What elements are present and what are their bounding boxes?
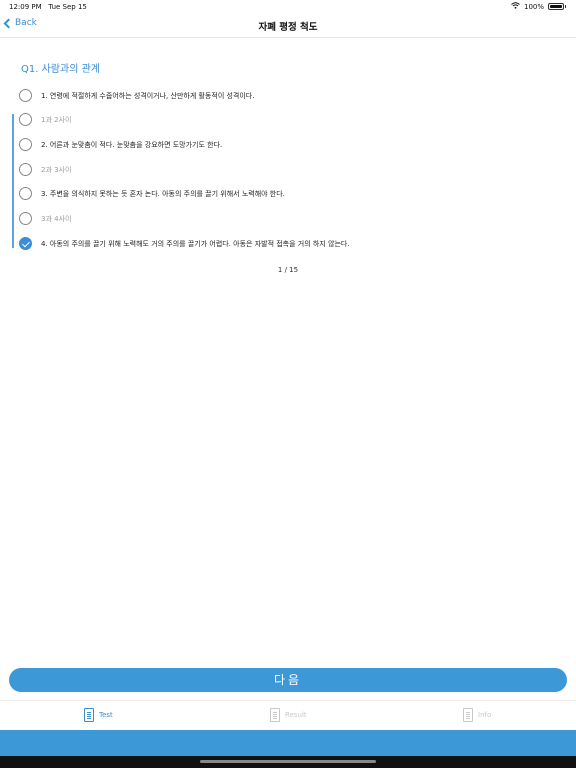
navigation-bar: Back 자폐 평정 척도 — [0, 14, 576, 38]
tab-result[interactable]: Result — [270, 708, 307, 722]
answer-progress-fill — [12, 114, 14, 248]
option-1[interactable]: 1. 연령에 적절하게 수줍어하는 성격이거나, 산만하게 활동적이 성격이다. — [19, 89, 254, 102]
tab-bar: Test Result Info — [0, 700, 576, 730]
answer-progress-track — [12, 114, 14, 248]
option-4[interactable]: 4. 아동의 주의를 끌기 위해 노력해도 거의 주의를 끌기가 어렵다. 아동… — [19, 237, 350, 250]
radio-unchecked-icon[interactable] — [19, 212, 32, 225]
home-indicator-area — [0, 756, 576, 768]
option-label: 1과 2사이 — [41, 115, 72, 124]
option-2-3[interactable]: 2과 3사이 — [19, 163, 71, 176]
page-title: 자폐 평정 척도 — [258, 22, 318, 33]
next-button[interactable]: 다음 — [9, 668, 567, 692]
tab-label: Info — [478, 711, 492, 719]
option-3[interactable]: 3. 주변을 의식하지 못하는 듯 혼자 논다. 아동의 주의를 끌기 위해서 … — [19, 187, 285, 200]
option-2[interactable]: 2. 어른과 눈맞춤이 적다. 눈맞춤을 강요하면 도망가기도 한다. — [19, 138, 222, 151]
option-label: 2과 3사이 — [41, 165, 72, 174]
radio-unchecked-icon[interactable] — [19, 138, 32, 151]
battery-icon — [548, 3, 564, 10]
option-label: 1. 연령에 적절하게 수줍어하는 성격이거나, 산만하게 활동적이 성격이다. — [41, 91, 255, 100]
radio-unchecked-icon[interactable] — [19, 163, 32, 176]
home-indicator[interactable] — [200, 760, 376, 763]
battery-tip — [565, 5, 566, 8]
tab-label: Test — [99, 711, 113, 719]
tab-info[interactable]: Info — [463, 708, 491, 722]
option-label: 3. 주변을 의식하지 못하는 듯 혼자 논다. 아동의 주의를 끌기 위해서 … — [41, 189, 285, 198]
radio-unchecked-icon[interactable] — [19, 187, 32, 200]
option-1-2[interactable]: 1과 2사이 — [19, 113, 71, 126]
radio-checked-icon[interactable] — [19, 237, 32, 250]
status-indicators: 100% — [511, 2, 566, 11]
wifi-icon — [511, 2, 520, 11]
option-label: 3과 4사이 — [41, 214, 72, 223]
tab-label: Result — [285, 711, 307, 719]
tab-test[interactable]: Test — [84, 708, 113, 722]
document-icon — [463, 708, 473, 722]
bottom-banner — [0, 730, 576, 756]
status-time: 12:09 PM Tue Sep 15 — [9, 3, 87, 11]
option-label: 4. 아동의 주의를 끌기 위해 노력해도 거의 주의를 끌기가 어렵다. 아동… — [41, 239, 350, 248]
radio-unchecked-icon[interactable] — [19, 89, 32, 102]
status-bar: 12:09 PM Tue Sep 15 100% — [0, 0, 576, 14]
question-title: Q1. 사람과의 관계 — [21, 64, 100, 75]
document-icon — [84, 708, 94, 722]
page-indicator: 1 / 15 — [277, 266, 299, 274]
battery-percent: 100% — [523, 2, 544, 11]
option-label: 2. 어른과 눈맞춤이 적다. 눈맞춤을 강요하면 도망가기도 한다. — [41, 140, 223, 149]
document-icon — [270, 708, 280, 722]
option-3-4[interactable]: 3과 4사이 — [19, 212, 71, 225]
radio-unchecked-icon[interactable] — [19, 113, 32, 126]
